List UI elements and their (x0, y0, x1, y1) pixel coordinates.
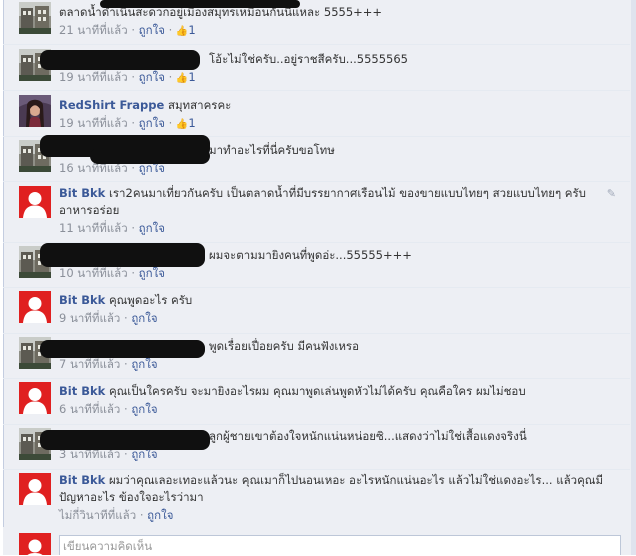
comment-timestamp[interactable]: 11 นาทีที่แล้ว (59, 221, 128, 235)
comment-text: พูดเรื่อยเปื่อยครับ มีคนฟังเหรอ (209, 339, 359, 353)
redaction-scribble (40, 430, 210, 450)
like-count[interactable]: 1 (188, 70, 195, 84)
comment-text: สมุทสาครคะ (167, 98, 232, 112)
comment-author-link[interactable]: Bit Bkk (59, 384, 105, 398)
meta-separator: · (120, 402, 132, 416)
comment-text: คุณเป็นใครครับ จะมายิงอะไรผม คุณมาพูดเล่… (108, 384, 526, 398)
comment-meta: ไม่กี่วินาทีที่แล้ว · ถูกใจ (59, 507, 616, 524)
redaction-scribble (90, 148, 210, 164)
comment-timestamp[interactable]: 7 นาทีที่แล้ว (59, 357, 120, 371)
comment-meta: 6 นาทีที่แล้ว · ถูกใจ (59, 401, 616, 418)
comment-text: โอ้ะไม่ใช่ครับ..อยู่ราชสีครับ...5555565 (209, 52, 408, 66)
like-link[interactable]: ถูกใจ (147, 508, 173, 522)
like-count[interactable]: 1 (188, 116, 195, 130)
like-link[interactable]: ถูกใจ (139, 70, 165, 84)
thumbs-up-icon[interactable]: 👍 (176, 119, 188, 130)
meta-separator: · (164, 23, 176, 37)
comment-timestamp[interactable]: 19 นาทีที่แล้ว (59, 70, 128, 84)
comment-body: Bit Bkk คุณเป็นใครครับ จะมายิงอะไรผม คุณ… (59, 383, 616, 418)
meta-separator: · (136, 508, 148, 522)
meta-separator: · (127, 116, 139, 130)
comment-meta: 19 นาทีที่แล้ว · ถูกใจ · 👍1 (59, 115, 616, 133)
pencil-icon[interactable]: ✎ (607, 187, 616, 200)
meta-separator: · (127, 70, 139, 84)
like-link[interactable]: ถูกใจ (139, 221, 165, 235)
user-avatar[interactable] (19, 95, 51, 127)
comment-text: ผมว่าคุณเลอะเทอะแล้วนะ คุณเมาก็ไปนอนเหอะ… (59, 473, 604, 504)
scrollbar-track[interactable] (631, 0, 636, 555)
comment-timestamp[interactable]: 6 นาทีที่แล้ว (59, 402, 120, 416)
comment-content: Bit Bkk คุณเป็นใครครับ จะมายิงอะไรผม คุณ… (59, 383, 616, 400)
comment-author-link[interactable]: Bit Bkk (59, 293, 105, 307)
comment-item: Bit Bkk เรา2คนมาเที่ยวกันครับ เป็นตลาดน้… (3, 181, 630, 243)
comment-item: ตลาดน้ำดำเนินสะดวกอยู่เมืองสมุทรเหมือนกั… (3, 0, 630, 45)
comment-item: RedShirt Frappe สมุทสาครคะ 19 นาทีที่แล้ว… (3, 90, 630, 137)
comment-text: คุณพูดอะไร ครับ (108, 293, 193, 307)
comment-content: Bit Bkk คุณพูดอะไร ครับ (59, 292, 616, 309)
comment-author-link[interactable]: RedShirt Frappe (59, 98, 164, 112)
comment-timestamp[interactable]: 21 นาทีที่แล้ว (59, 23, 128, 37)
meta-separator: · (164, 70, 176, 84)
comment-timestamp[interactable]: 19 นาทีที่แล้ว (59, 116, 128, 130)
comment-item: Bit Bkk ผมว่าคุณเลอะเทอะแล้วนะ คุณเมาก็ไ… (3, 469, 630, 528)
comment-timestamp[interactable]: ไม่กี่วินาทีที่แล้ว (59, 508, 136, 522)
like-count[interactable]: 1 (188, 23, 195, 37)
comment-item: Bit Bkk คุณเป็นใครครับ จะมายิงอะไรผม คุณ… (3, 378, 630, 425)
comment-content: RedShirt Frappe สมุทสาครคะ (59, 97, 616, 114)
redaction-scribble (100, 0, 300, 8)
comment-content: Bit Bkk ผมว่าคุณเลอะเทอะแล้วนะ คุณเมาก็ไ… (59, 472, 616, 506)
comment-author-link[interactable]: Bit Bkk (59, 473, 105, 487)
comment-text: ลูกผู้ชายเขาต้องใจหนักแน่นหน่อยซิ...แสดง… (209, 429, 527, 443)
meta-separator: · (127, 23, 139, 37)
thumbs-up-icon[interactable]: 👍 (176, 73, 188, 84)
meta-separator: · (120, 357, 132, 371)
compose-row: เขียนความคิดเห็น (3, 527, 630, 555)
comment-timestamp[interactable]: 10 นาทีที่แล้ว (59, 266, 128, 280)
current-user-avatar (19, 533, 51, 555)
default-avatar[interactable] (19, 186, 51, 218)
comment-input[interactable]: เขียนความคิดเห็น (59, 535, 621, 555)
comment-timestamp[interactable]: 9 นาทีที่แล้ว (59, 311, 120, 325)
comment-meta: 19 นาทีที่แล้ว · ถูกใจ · 👍1 (59, 69, 616, 87)
meta-separator: · (164, 116, 176, 130)
like-link[interactable]: ถูกใจ (131, 357, 157, 371)
like-link[interactable]: ถูกใจ (139, 23, 165, 37)
comment-author-link[interactable]: Bit Bkk (59, 186, 105, 200)
comment-item: Bit Bkk คุณพูดอะไร ครับ 9 นาทีที่แล้ว · ถ… (3, 287, 630, 334)
redaction-scribble (40, 50, 200, 70)
thumbs-up-icon[interactable]: 👍 (176, 26, 188, 37)
comment-meta: 11 นาทีที่แล้ว · ถูกใจ (59, 220, 616, 237)
comment-content: Bit Bkk เรา2คนมาเที่ยวกันครับ เป็นตลาดน้… (59, 185, 616, 219)
comment-text: มาทำอะไรที่นี่ครับขอโทษ (209, 143, 335, 157)
redaction-scribble (40, 340, 205, 358)
comment-meta: 10 นาทีที่แล้ว · ถูกใจ (59, 265, 616, 282)
comment-body: Bit Bkk คุณพูดอะไร ครับ 9 นาทีที่แล้ว · ถ… (59, 292, 616, 327)
default-avatar[interactable] (19, 291, 51, 323)
comment-text: ผมจะตามมายิงคนที่พูดอ่ะ...55555+++ (209, 248, 412, 262)
redaction-scribble (40, 243, 205, 267)
meta-separator: · (127, 221, 139, 235)
meta-separator: · (127, 266, 139, 280)
default-avatar[interactable] (19, 473, 51, 505)
comment-body: RedShirt Frappe สมุทสาครคะ 19 นาทีที่แล้ว… (59, 97, 616, 133)
user-avatar[interactable] (19, 2, 51, 34)
comment-body: ตลาดน้ำดำเนินสะดวกอยู่เมืองสมุทรเหมือนกั… (59, 4, 616, 40)
comment-body: Bit Bkk เรา2คนมาเที่ยวกันครับ เป็นตลาดน้… (59, 185, 616, 237)
comment-meta: 9 นาทีที่แล้ว · ถูกใจ (59, 310, 616, 327)
like-link[interactable]: ถูกใจ (131, 402, 157, 416)
comment-meta: 21 นาทีที่แล้ว · ถูกใจ · 👍1 (59, 22, 616, 40)
like-link[interactable]: ถูกใจ (139, 116, 165, 130)
like-link[interactable]: ถูกใจ (131, 311, 157, 325)
like-link[interactable]: ถูกใจ (139, 266, 165, 280)
comment-body: Bit Bkk ผมว่าคุณเลอะเทอะแล้วนะ คุณเมาก็ไ… (59, 472, 616, 524)
comment-text: เรา2คนมาเที่ยวกันครับ เป็นตลาดน้ำที่มีบร… (59, 186, 586, 217)
default-avatar[interactable] (19, 382, 51, 414)
comment-meta: 7 นาทีที่แล้ว · ถูกใจ (59, 356, 616, 373)
meta-separator: · (120, 311, 132, 325)
